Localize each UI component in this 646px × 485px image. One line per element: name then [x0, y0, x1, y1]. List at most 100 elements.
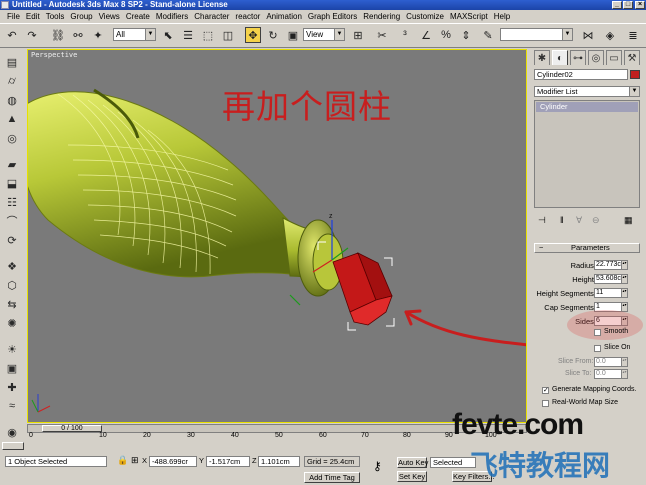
menu-edit[interactable]: Edit [23, 11, 43, 22]
menu-character[interactable]: Character [191, 11, 232, 22]
key-filters-button[interactable]: Key Filters... [452, 471, 495, 482]
spacewarp-icon[interactable]: ≈ [4, 398, 20, 414]
menu-help[interactable]: Help [491, 11, 513, 22]
auto-key-button[interactable]: Auto Key [397, 457, 428, 468]
symmetry-icon[interactable]: ⇆ [4, 296, 20, 312]
select-and-manipulate-icon[interactable]: ✂ [374, 27, 390, 43]
make-unique-icon[interactable]: ∀ [576, 215, 582, 226]
cylinder02-object[interactable] [332, 252, 393, 326]
shell-icon[interactable]: ⬡ [4, 277, 20, 293]
slice-on-checkbox[interactable] [594, 345, 601, 352]
slice-to-spinner[interactable]: 0.0 ▴▾ [594, 369, 628, 379]
helper-icon[interactable]: ✚ [4, 379, 20, 395]
select-and-link-icon[interactable]: ⛓ [50, 27, 66, 43]
menu-file[interactable]: File [0, 11, 23, 22]
extrude-icon[interactable]: ⬓ [4, 175, 20, 191]
cylinder-icon[interactable]: ⌭ [4, 73, 20, 89]
menu-rendering[interactable]: Rendering [360, 11, 403, 22]
param-spinner[interactable]: 22.773cm ▴▾ [594, 260, 628, 270]
sphere-icon[interactable]: ◍ [4, 92, 20, 108]
material-editor-icon[interactable]: ◈ [602, 27, 618, 43]
percent-snap-icon[interactable]: % [438, 27, 454, 43]
auto-key-selection-dropdown[interactable]: Selected [430, 457, 476, 468]
select-and-move-icon[interactable]: ✥ [245, 27, 261, 43]
add-time-tag-button[interactable]: Add Time Tag [304, 472, 360, 483]
key-icon[interactable]: ⚷ [373, 459, 382, 473]
hierarchy-tab-icon[interactable]: ⊶ [570, 50, 586, 65]
menu-reactor[interactable]: reactor [232, 11, 263, 22]
show-end-result-icon[interactable]: ‖ [560, 215, 564, 225]
lathe-icon[interactable]: ❖ [4, 258, 20, 274]
spinner-snap-icon[interactable]: ⇕ [458, 27, 474, 43]
light-icon[interactable]: ☀ [4, 341, 20, 357]
menu-customize[interactable]: Customize [403, 11, 447, 22]
gen-mapping-checkbox[interactable]: ✓ [542, 387, 549, 394]
render-icon[interactable]: ◉ [4, 424, 20, 440]
maximize-button[interactable]: □ [623, 1, 633, 9]
menu-maxscript[interactable]: MAXScript [447, 11, 491, 22]
select-and-rotate-icon[interactable]: ↻ [265, 27, 281, 43]
undo-icon[interactable]: ↶ [4, 27, 20, 43]
slice-from-spinner[interactable]: 0.0 ▴▾ [594, 357, 628, 367]
pin-stack-icon[interactable]: ⊣ [538, 215, 546, 226]
menu-graph-editors[interactable]: Graph Editors [305, 11, 360, 22]
menu-group[interactable]: Group [67, 11, 95, 22]
object-color-swatch[interactable] [630, 70, 640, 79]
param-spinner[interactable]: 11 ▴▾ [594, 288, 628, 298]
menu-create[interactable]: Create [123, 11, 153, 22]
x-coordinate-field[interactable]: -488.699cr [149, 456, 197, 467]
y-coordinate-field[interactable]: -1.517cm [206, 456, 250, 467]
smooth-checkbox[interactable] [594, 329, 601, 336]
mirror-icon[interactable]: ⋈ [580, 27, 596, 43]
realworld-checkbox[interactable] [542, 400, 549, 407]
named-selection-sets-dropdown[interactable]: ▼ [500, 28, 573, 41]
bend-icon[interactable]: ⌒ [4, 213, 20, 229]
display-tab-icon[interactable]: ▭ [606, 50, 622, 65]
reference-coord-dropdown[interactable]: View ▼ [303, 28, 345, 41]
modify-tab-icon[interactable]: ◐ [552, 50, 568, 65]
motion-tab-icon[interactable]: ◎ [588, 50, 604, 65]
box-icon[interactable]: ▤ [4, 54, 20, 70]
time-slider-thumb[interactable]: 0 / 100 [42, 425, 102, 432]
z-coordinate-field[interactable]: 1.101cm [258, 456, 300, 467]
window-crossing-icon[interactable]: ◫ [220, 27, 236, 43]
selection-filter-dropdown[interactable]: All ▼ [113, 28, 156, 41]
select-by-name-icon[interactable]: ☰ [180, 27, 196, 43]
stack-icon[interactable]: ☷ [4, 194, 20, 210]
pivot-point-icon[interactable]: ⊞ [350, 27, 366, 43]
create-tab-icon[interactable]: ✱ [534, 50, 550, 65]
bind-space-warp-icon[interactable]: ✦ [90, 27, 106, 43]
menu-views[interactable]: Views [96, 11, 123, 22]
unlink-icon[interactable]: ⚯ [70, 27, 86, 43]
select-and-scale-icon[interactable]: ▣ [285, 27, 301, 43]
menu-modifiers[interactable]: Modifiers [153, 11, 191, 22]
menu-animation[interactable]: Animation [263, 11, 305, 22]
camera-icon[interactable]: ▣ [4, 360, 20, 376]
minilistener-button[interactable] [2, 442, 24, 450]
modifier-list-dropdown[interactable]: Modifier List ▼ [534, 86, 640, 97]
perspective-viewport[interactable]: Perspective z 再加个圆柱 [27, 49, 527, 423]
named-selection-icon[interactable]: ✎ [480, 27, 496, 43]
twist-icon[interactable]: ⟳ [4, 232, 20, 248]
menu-tools[interactable]: Tools [43, 11, 68, 22]
cone-icon[interactable]: ▲ [4, 111, 20, 127]
torus-icon[interactable]: ◎ [4, 130, 20, 146]
param-spinner[interactable]: 53.608cm ▴▾ [594, 274, 628, 284]
select-object-icon[interactable]: ⬉ [160, 27, 176, 43]
modifier-stack[interactable]: Cylinder [534, 100, 640, 208]
minimize-button[interactable]: _ [612, 1, 622, 9]
layer-manager-icon[interactable]: ≣ [625, 27, 641, 43]
set-key-button[interactable]: Set Key [397, 471, 427, 482]
redo-icon[interactable]: ↷ [24, 27, 40, 43]
absolute-mode-icon[interactable]: ⊞ [131, 455, 139, 466]
close-button[interactable]: × [635, 1, 645, 9]
configure-modifier-sets-icon[interactable]: ▦ [624, 215, 633, 226]
utilities-tab-icon[interactable]: ⚒ [624, 50, 640, 65]
parameters-rollout-header[interactable]: − Parameters [534, 243, 640, 253]
edit-poly-icon[interactable]: ▰ [4, 156, 20, 172]
meshsmooth-icon[interactable]: ✺ [4, 315, 20, 331]
lock-selection-icon[interactable]: 🔒 [117, 455, 128, 466]
remove-modifier-icon[interactable]: ⊖ [592, 215, 600, 226]
snaps-toggle-icon[interactable]: ³ [397, 27, 413, 43]
object-name-field[interactable]: Cylinder02 [534, 69, 628, 80]
